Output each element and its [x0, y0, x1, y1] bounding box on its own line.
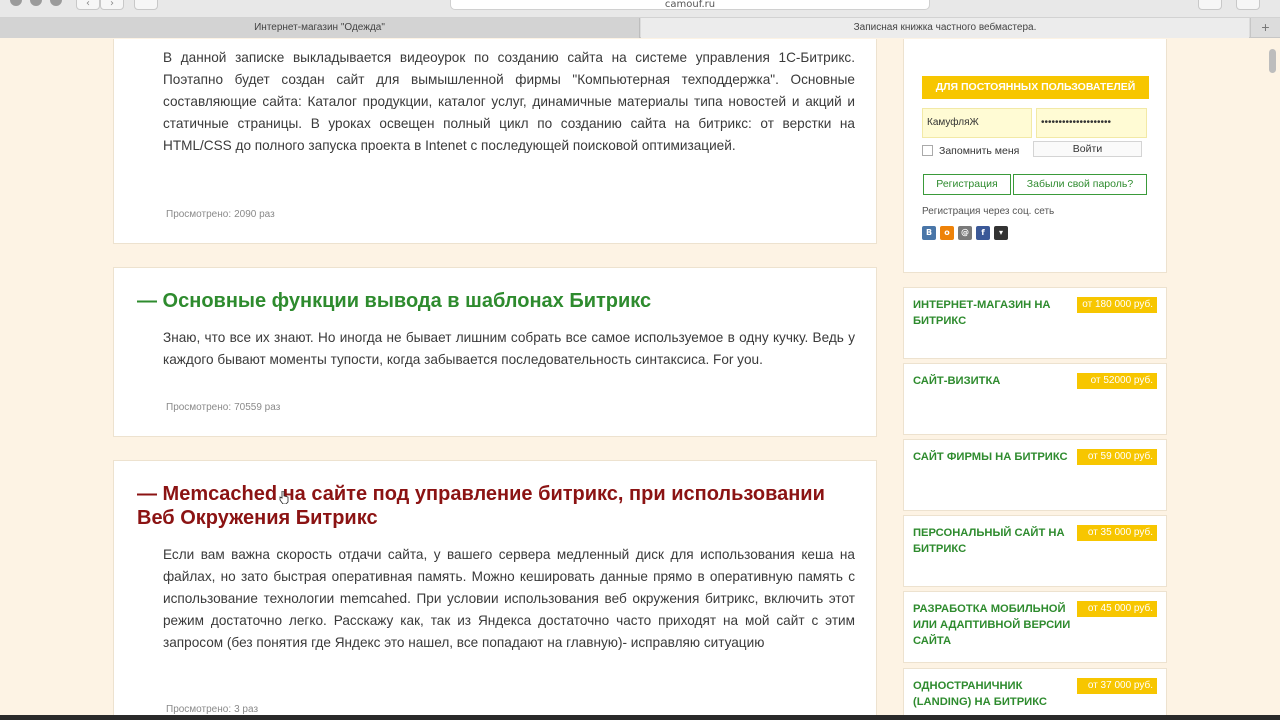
browser-toolbar: ‹ › camouf.ru: [0, 0, 1280, 18]
odnoklassniki-icon[interactable]: o: [940, 226, 954, 240]
price-card[interactable]: САЙТ-ВИЗИТКА от 52000 руб.: [903, 363, 1167, 435]
login-header: ДЛЯ ПОСТОЯННЫХ ПОЛЬЗОВАТЕЛЕЙ: [922, 76, 1149, 99]
sidebar-toggle-icon[interactable]: [134, 0, 158, 10]
new-tab-button[interactable]: +: [1250, 18, 1280, 38]
login-panel: ДЛЯ ПОСТОЯННЫХ ПОЛЬЗОВАТЕЛЕЙ КамуфляЖ ••…: [903, 39, 1167, 273]
service-name[interactable]: ОДНОСТРАНИЧНИК (LANDING) НА БИТРИКС: [913, 678, 1071, 710]
article-preview: Если вам важна скорость отдачи сайта, у …: [163, 547, 855, 650]
tabs-overview-icon[interactable]: [1236, 0, 1260, 10]
service-name[interactable]: САЙТ-ВИЗИТКА: [913, 373, 1071, 389]
close-window-icon[interactable]: [10, 0, 22, 6]
price-card[interactable]: ОДНОСТРАНИЧНИК (LANDING) НА БИТРИКС от 3…: [903, 668, 1167, 715]
minimize-window-icon[interactable]: [30, 0, 42, 6]
forgot-password-button[interactable]: Забыли свой пароль?: [1013, 174, 1147, 195]
facebook-icon[interactable]: f: [976, 226, 990, 240]
article-preview: Знаю, что все их знают. Но иногда не быв…: [163, 330, 855, 367]
social-icons: Bo @ f ▾: [922, 226, 1012, 240]
price-badge: от 59 000 руб.: [1077, 449, 1157, 465]
dock-strip: [0, 715, 1280, 720]
price-badge: от 45 000 руб.: [1077, 601, 1157, 617]
password-input[interactable]: ••••••••••••••••••••: [1036, 108, 1147, 138]
view-count: Просмотрено: 70559 раз: [166, 402, 281, 413]
forward-button[interactable]: ›: [100, 0, 124, 10]
price-badge: от 35 000 руб.: [1077, 525, 1157, 541]
service-name[interactable]: РАЗРАБОТКА МОБИЛЬНОЙ ИЛИ АДАПТИВНОЙ ВЕРС…: [913, 601, 1071, 649]
article-card: — Memcached на сайте под управление битр…: [113, 460, 877, 715]
price-badge: от 52000 руб.: [1077, 373, 1157, 389]
remember-me[interactable]: Запомнить меня: [922, 144, 1019, 158]
vk-icon[interactable]: B: [922, 226, 936, 240]
price-card[interactable]: РАЗРАБОТКА МОБИЛЬНОЙ ИЛИ АДАПТИВНОЙ ВЕРС…: [903, 591, 1167, 663]
zoom-window-icon[interactable]: [50, 0, 62, 6]
article-card: В данной записке выкладывается видеоурок…: [113, 39, 877, 244]
article-title-link[interactable]: — Основные функции вывода в шаблонах Бит…: [137, 289, 651, 313]
share-icon[interactable]: [1198, 0, 1222, 10]
price-card[interactable]: ПЕРСОНАЛЬНЫЙ САЙТ НА БИТРИКС от 35 000 р…: [903, 515, 1167, 587]
page-viewport: В данной записке выкладывается видеоурок…: [0, 39, 1280, 715]
more-icon[interactable]: ▾: [994, 226, 1008, 240]
page-scrollbar[interactable]: [1269, 49, 1276, 73]
view-count: Просмотрено: 2090 раз: [166, 209, 275, 220]
address-bar[interactable]: camouf.ru: [450, 0, 930, 10]
price-card[interactable]: ИНТЕРНЕТ-МАГАЗИН НА БИТРИКС от 180 000 р…: [903, 287, 1167, 359]
service-name[interactable]: ПЕРСОНАЛЬНЫЙ САЙТ НА БИТРИКС: [913, 525, 1071, 557]
service-name[interactable]: ИНТЕРНЕТ-МАГАЗИН НА БИТРИКС: [913, 297, 1071, 329]
tab-shop[interactable]: Интернет-магазин "Одежда": [0, 18, 640, 38]
service-name[interactable]: САЙТ ФИРМЫ НА БИТРИКС: [913, 449, 1071, 465]
view-count: Просмотрено: 3 раз: [166, 704, 259, 715]
article-preview: В данной записке выкладывается видеоурок…: [163, 50, 855, 153]
login-button[interactable]: Войти: [1033, 141, 1142, 157]
tab-notebook[interactable]: Записная книжка частного вебмастера.: [641, 18, 1249, 38]
mailru-icon[interactable]: @: [958, 226, 972, 240]
social-label: Регистрация через соц. сеть: [922, 206, 1055, 217]
price-badge: от 37 000 руб.: [1077, 678, 1157, 694]
tab-bar: Интернет-магазин "Одежда" Записная книжк…: [0, 18, 1280, 38]
price-card[interactable]: САЙТ ФИРМЫ НА БИТРИКС от 59 000 руб.: [903, 439, 1167, 511]
remember-checkbox[interactable]: [922, 145, 933, 156]
back-button[interactable]: ‹: [76, 0, 100, 10]
article-title-link[interactable]: — Memcached на сайте под управление битр…: [137, 482, 857, 530]
pointer-cursor-icon: [279, 491, 289, 504]
username-input[interactable]: КамуфляЖ: [922, 108, 1032, 138]
price-badge: от 180 000 руб.: [1077, 297, 1157, 313]
register-button[interactable]: Регистрация: [923, 174, 1011, 195]
article-card: — Основные функции вывода в шаблонах Бит…: [113, 267, 877, 437]
